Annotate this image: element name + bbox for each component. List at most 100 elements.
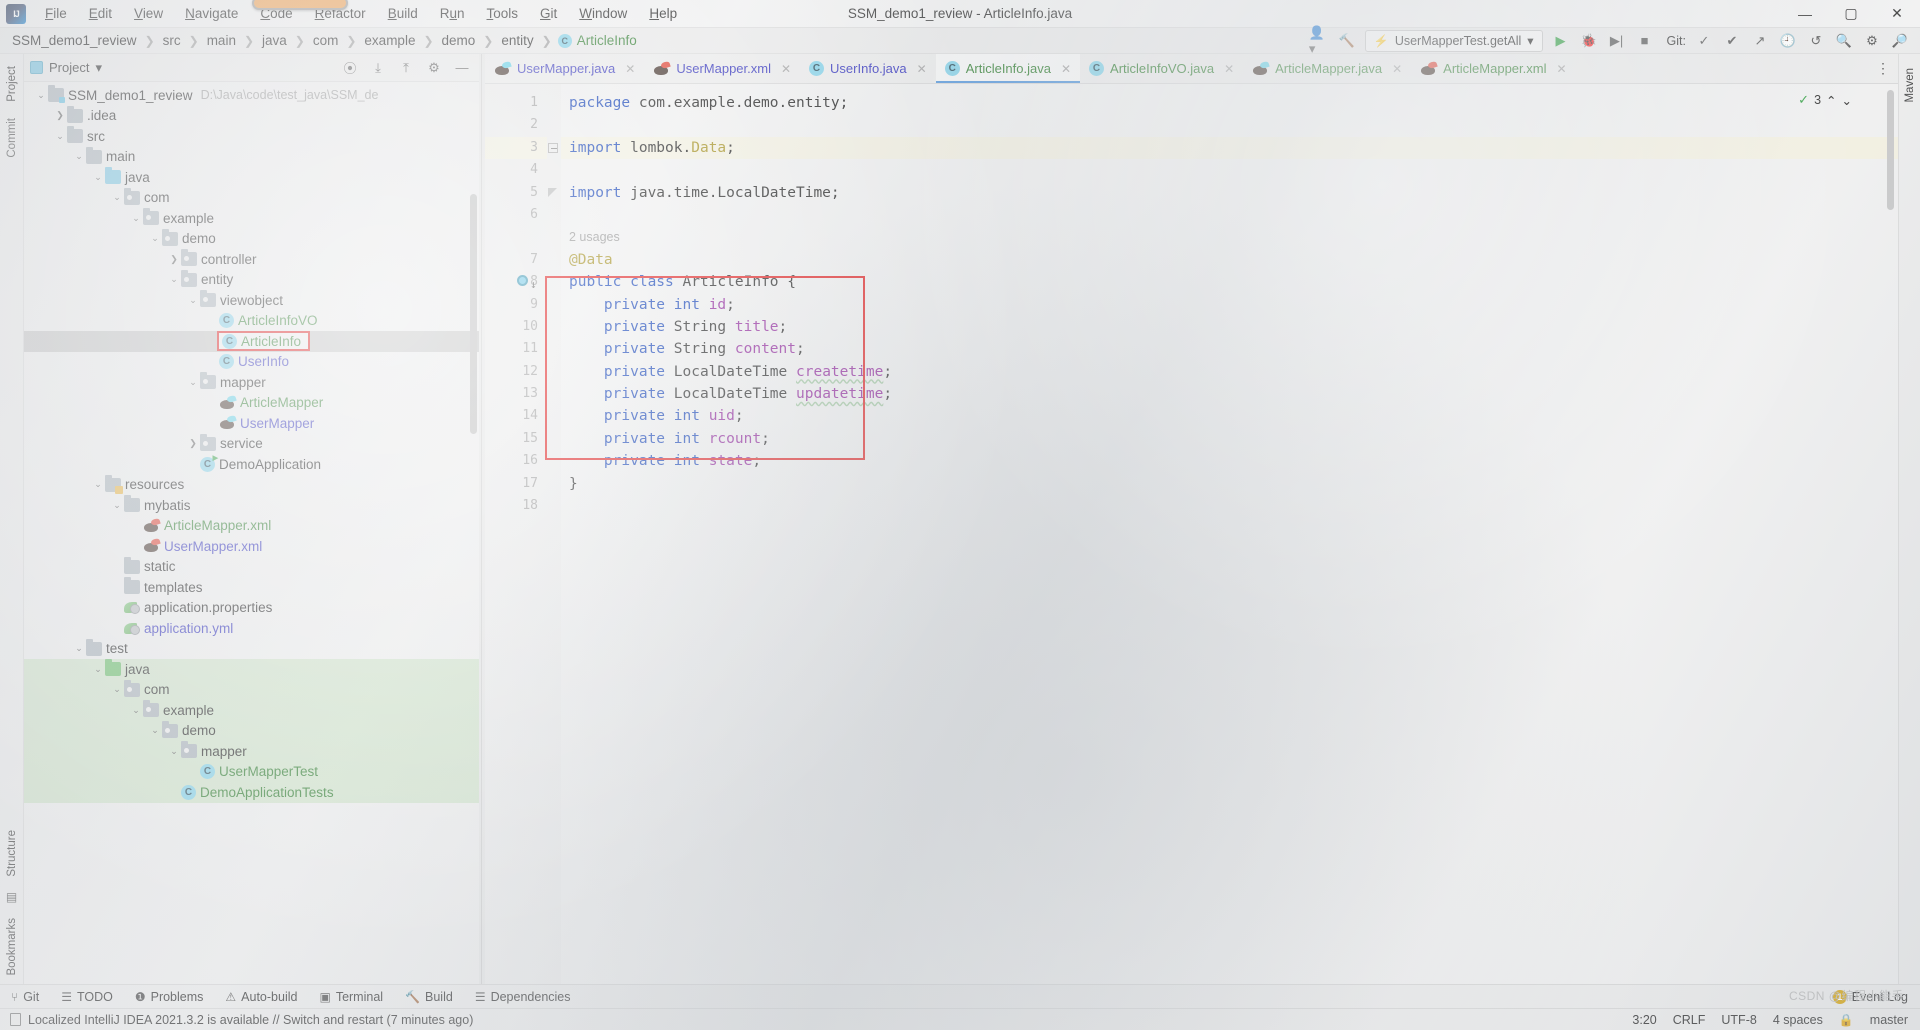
tree-item-resources[interactable]: ⌄ resources — [24, 474, 479, 496]
line-number-16[interactable]: 16 — [485, 450, 547, 472]
tool-window-todo[interactable]: ☰ TODO — [50, 990, 124, 1004]
chevron-down-icon[interactable]: ⌄ — [72, 643, 86, 654]
chevron-down-icon[interactable]: ⌄ — [148, 725, 162, 736]
project-tree-scrollbar[interactable] — [470, 194, 477, 434]
line-number-15[interactable]: 15 — [485, 428, 547, 450]
rail-tab-project[interactable]: Project — [4, 58, 20, 110]
code-line[interactable] — [569, 159, 1898, 181]
rail-tab-bookmarks[interactable]: Bookmarks — [4, 910, 20, 984]
breadcrumb-item-6[interactable]: demo — [440, 33, 478, 48]
tool-window-terminal[interactable]: ▣ Terminal — [308, 990, 394, 1004]
tree-item-com[interactable]: ⌄ com — [24, 187, 479, 209]
tree-item-articleinfovo[interactable]: ·CArticleInfoVO — [24, 311, 479, 332]
tree-item-application-properties[interactable]: · application.properties — [24, 598, 479, 619]
close-tab-icon[interactable]: ✕ — [1224, 62, 1234, 76]
menu-item-run[interactable]: Run — [429, 2, 476, 25]
code-line[interactable]: public class ArticleInfo { — [569, 271, 1898, 293]
inspection-widget[interactable]: ✓ 3 ⌃ ⌄ — [1798, 92, 1852, 108]
minimize-button[interactable]: — — [1782, 0, 1828, 28]
code-editor[interactable]: 1 2 3 4 5 6 7 8 ↓ 9 10 11 12 13 14 15 16 17 18 package com… — [485, 84, 1898, 984]
caret-position[interactable]: 3:20 — [1632, 1013, 1656, 1027]
chevron-down-icon[interactable]: ⌄ — [186, 377, 200, 388]
tree-item-demo[interactable]: ⌄ demo — [24, 720, 479, 741]
rail-tab-commit[interactable]: Commit — [4, 110, 20, 166]
line-number-10[interactable]: 10 — [485, 316, 547, 338]
chevron-down-icon[interactable]: ⌄ — [34, 90, 48, 101]
tree-item-controller[interactable]: ❯ controller — [24, 249, 479, 270]
chevron-down-icon[interactable]: ⌄ — [110, 684, 124, 695]
editor-tab-articlemapper-xml[interactable]: ArticleMapper.xml ✕ — [1411, 54, 1575, 83]
tree-item-entity[interactable]: ⌄ entity — [24, 269, 479, 291]
status-message[interactable]: Localized IntelliJ IDEA 2021.3.2 is avai… — [0, 1013, 473, 1027]
line-number-17[interactable]: 17 — [485, 473, 547, 495]
breadcrumb-item-2[interactable]: main — [205, 33, 238, 48]
code-line[interactable]: 2 usages — [569, 226, 1898, 248]
fold-region-icon[interactable] — [548, 187, 557, 197]
tree-item-mybatis[interactable]: ⌄ mybatis — [24, 495, 479, 516]
chevron-right-icon[interactable]: ❯ — [167, 254, 181, 265]
lock-icon[interactable]: 🔒 — [1839, 1013, 1854, 1027]
code-line[interactable]: @Data — [569, 249, 1898, 271]
editor-tab-userinfo-java[interactable]: C UserInfo.java ✕ — [800, 54, 936, 83]
chevron-down-icon[interactable]: ⌄ — [91, 479, 105, 490]
ide-search-everywhere-icon[interactable]: 🔎 — [1890, 31, 1910, 51]
line-number-7[interactable]: 7 — [485, 249, 547, 271]
close-button[interactable]: ✕ — [1874, 0, 1920, 28]
coverage-icon[interactable]: ▶| — [1607, 31, 1627, 51]
line-number-11[interactable]: 11 — [485, 338, 547, 360]
menu-item-tools[interactable]: Tools — [476, 2, 530, 25]
chevron-down-icon[interactable]: ⌄ — [53, 131, 67, 142]
tree-item-example[interactable]: ⌄ example — [24, 208, 479, 229]
gutter-spacer[interactable] — [485, 226, 547, 248]
tree-item-example[interactable]: ⌄ example — [24, 700, 479, 721]
line-number-13[interactable]: 13 — [485, 383, 547, 405]
breadcrumb-item-1[interactable]: src — [161, 33, 183, 48]
close-tab-icon[interactable]: ✕ — [625, 62, 635, 76]
indent-setting[interactable]: 4 spaces — [1773, 1013, 1823, 1027]
file-encoding[interactable]: UTF-8 — [1721, 1013, 1756, 1027]
debug-icon[interactable]: 🐞 — [1579, 31, 1599, 51]
breadcrumb-item-3[interactable]: java — [260, 33, 289, 48]
tree-item-mapper[interactable]: ⌄ mapper — [24, 741, 479, 762]
chevron-down-icon[interactable]: ⌄ — [167, 274, 181, 285]
editor-tab-usermapper-xml[interactable]: UserMapper.xml ✕ — [644, 54, 800, 83]
run-gutter-icon[interactable] — [517, 275, 528, 287]
push-icon[interactable]: ↗ — [1750, 31, 1770, 51]
tool-window-git[interactable]: ⑂ Git — [0, 990, 50, 1004]
account-icon[interactable]: 👤▾ — [1309, 25, 1329, 56]
tree-item-viewobject[interactable]: ⌄ viewobject — [24, 290, 479, 311]
menu-item-edit[interactable]: Edit — [78, 2, 123, 25]
chevron-down-icon[interactable]: ⌄ — [186, 295, 200, 306]
tree-item--idea[interactable]: ❯ .idea — [24, 105, 479, 127]
chevron-down-icon[interactable]: ⌄ — [129, 705, 143, 716]
menu-item-file[interactable]: File — [34, 2, 78, 25]
code-line[interactable]: private LocalDateTime updatetime; — [569, 383, 1898, 405]
tree-item-demoapplicationtests[interactable]: ·CDemoApplicationTests — [24, 782, 479, 803]
close-tab-icon[interactable]: ✕ — [1061, 62, 1071, 76]
line-number-8[interactable]: 8 ↓ — [485, 271, 547, 293]
chevron-right-icon[interactable]: ❯ — [186, 438, 200, 449]
chevron-down-icon[interactable]: ⌄ — [110, 500, 124, 511]
menu-item-window[interactable]: Window — [568, 2, 638, 25]
line-number-12[interactable]: 12 — [485, 361, 547, 383]
stop-icon[interactable]: ■ — [1635, 31, 1655, 51]
undo-icon[interactable]: ↺ — [1806, 31, 1826, 51]
breadcrumb-item-5[interactable]: example — [362, 33, 417, 48]
chevron-down-icon[interactable]: ⌄ — [129, 213, 143, 224]
project-tree[interactable]: ⌄ SSM_demo1_review D:\Java\code\test_java\… — [24, 82, 479, 984]
maximize-button[interactable]: ▢ — [1828, 0, 1874, 28]
close-tab-icon[interactable]: ✕ — [1556, 62, 1566, 76]
tree-item-main[interactable]: ⌄ main — [24, 146, 479, 168]
code-line[interactable]: private int state; — [569, 450, 1898, 472]
tree-item-test[interactable]: ⌄ test — [24, 638, 479, 660]
search-icon[interactable]: 🔍 — [1834, 31, 1854, 51]
editor-tab-usermapper-java[interactable]: UserMapper.java ✕ — [485, 54, 644, 83]
tree-item-ssm-demo1-review[interactable]: ⌄ SSM_demo1_review D:\Java\code\test_java\… — [24, 85, 479, 106]
chevron-down-icon[interactable]: ⌄ — [167, 746, 181, 757]
code-line[interactable]: private int id; — [569, 294, 1898, 316]
editor-scrollbar[interactable] — [1887, 90, 1894, 210]
menu-item-navigate[interactable]: Navigate — [174, 2, 249, 25]
menu-item-build[interactable]: Build — [377, 2, 429, 25]
code-line[interactable]: import lombok.Data; — [561, 136, 1898, 160]
commit-icon[interactable]: ✓ — [1694, 31, 1714, 51]
